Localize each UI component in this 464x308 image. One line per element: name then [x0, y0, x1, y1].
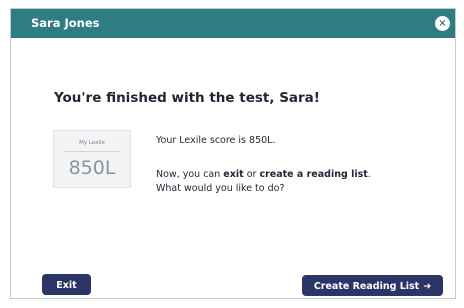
user-name: Sara Jones [31, 16, 100, 30]
exit-button[interactable]: Exit [42, 274, 91, 295]
arrow-right-icon: ➜ [423, 281, 432, 292]
create-reading-list-label: Create Reading List [313, 281, 420, 292]
lexile-card-score: 850L [68, 157, 116, 179]
next-steps-middle: or [243, 169, 260, 180]
create-reading-list-button[interactable]: Create Reading List ➜ [302, 275, 443, 296]
score-message: Your Lexile score is 850L. [156, 135, 276, 146]
next-steps-suffix: . [367, 169, 371, 180]
lexile-card-label: My Lexile [79, 140, 105, 146]
next-steps-message: Now, you can exit or create a reading li… [156, 169, 371, 180]
next-steps-question: What would you like to do? [156, 183, 285, 194]
lexile-score-card: My Lexile 850L [53, 130, 131, 188]
close-icon[interactable]: × [435, 16, 450, 31]
lexile-card-divider [64, 151, 120, 152]
next-steps-prefix: Now, you can [156, 169, 224, 180]
exit-keyword: exit [223, 169, 244, 180]
page-title: You're finished with the test, Sara! [54, 90, 320, 106]
create-keyword: create a reading list [259, 169, 368, 180]
dialog-window: Sara Jones × You're finished with the te… [10, 8, 456, 299]
title-bar: Sara Jones × [11, 9, 455, 38]
